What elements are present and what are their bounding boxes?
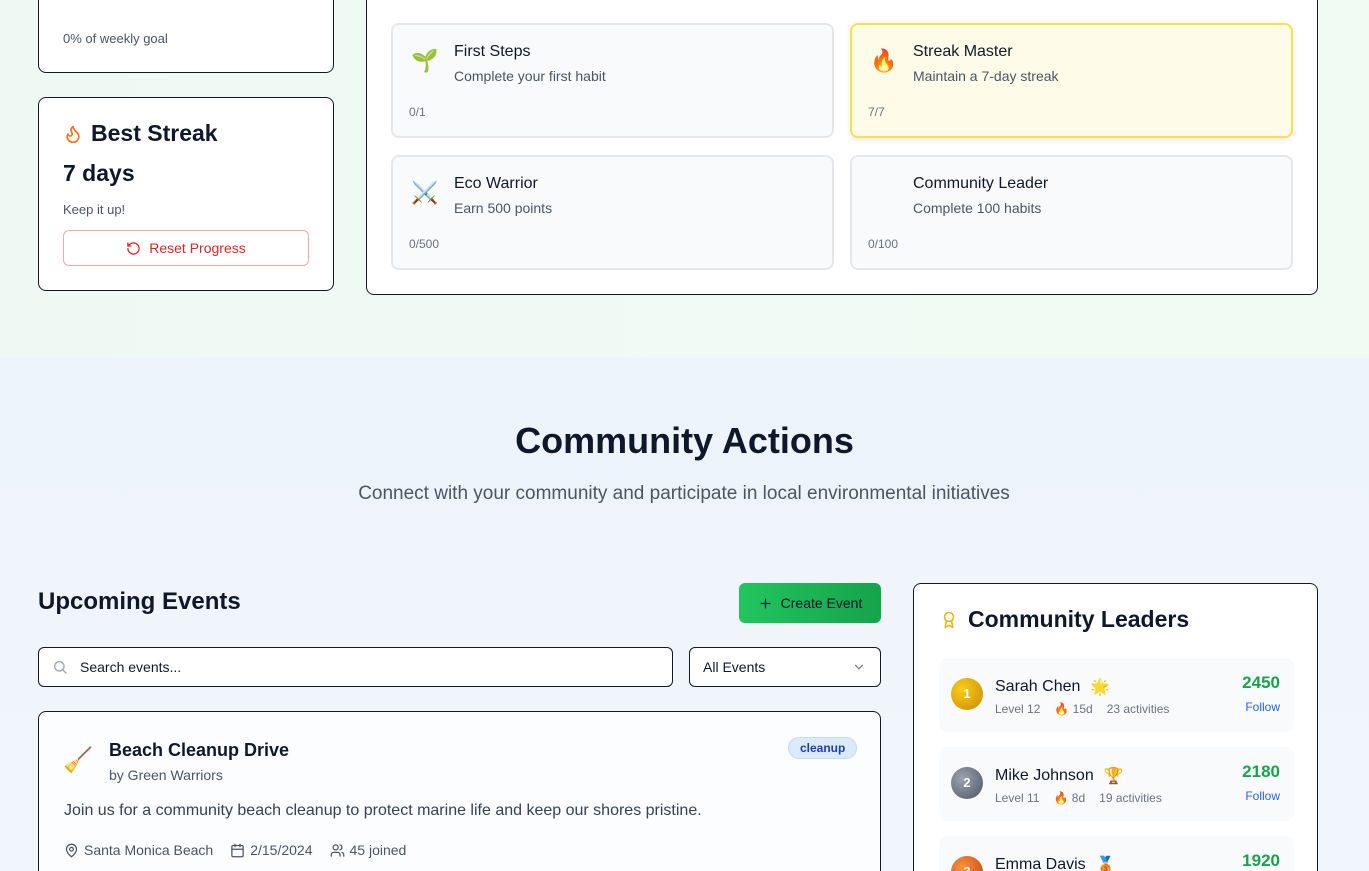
leader-activities: 19 activities <box>1099 791 1162 805</box>
event-title: Beach Cleanup Drive <box>109 740 290 760</box>
community-subtitle: Connect with your community and particip… <box>358 483 1010 504</box>
best-streak-value: 7 days <box>63 160 135 186</box>
create-event-button[interactable]: Create Event <box>739 583 881 623</box>
leader-streak: 🔥 15d <box>1054 702 1092 716</box>
achievement-community-leader: Community Leader Complete 100 habits 0/1… <box>850 155 1293 270</box>
weekly-goal-card: 0% of weekly goal <box>38 0 334 73</box>
leaders-heading: Community Leaders <box>940 606 1189 633</box>
rank-badge: 2 <box>951 767 983 799</box>
reset-progress-button[interactable]: Reset Progress <box>63 230 309 266</box>
leader-level: Level 11 <box>995 791 1040 805</box>
leader-name-text: Sarah Chen <box>995 678 1081 695</box>
leader-streak-text: 8d <box>1071 791 1086 805</box>
event-date-text: 2/15/2024 <box>250 842 313 858</box>
plus-icon <box>760 598 771 608</box>
achievement-desc: Complete your first habit <box>454 68 606 84</box>
leader-name: Mike Johnson 🏆 <box>995 766 1124 786</box>
leader-row: 3 Emma Davis 🥉 1920 <box>939 836 1294 871</box>
event-joined-text: 45 joined <box>349 842 407 858</box>
leader-row: 1 Sarah Chen 🌟 Level 12 🔥 15d 23 activit… <box>939 658 1294 732</box>
users-icon <box>330 843 344 857</box>
best-streak-card: Best Streak 7 days Keep it up! Reset Pro… <box>38 97 334 291</box>
trophy-icon: 🏆 <box>1103 768 1124 785</box>
achievement-name: Eco Warrior <box>454 175 538 192</box>
leader-name: Emma Davis 🥉 <box>995 855 1116 871</box>
calendar-icon <box>231 843 244 857</box>
seedling-icon: 🌱 <box>411 48 439 73</box>
best-streak-heading: Best Streak <box>63 120 218 147</box>
leader-name: Sarah Chen 🌟 <box>995 677 1110 697</box>
achievement-first-steps: 🌱 First Steps Complete your first habit … <box>391 23 834 138</box>
achievement-name: Streak Master <box>913 43 1013 60</box>
event-location: Santa Monica Beach <box>64 842 213 858</box>
event-organizer: by Green Warriors <box>109 767 223 783</box>
search-icon <box>54 661 67 674</box>
weekly-goal-text: 0% of weekly goal <box>63 31 168 46</box>
best-streak-title: Best Streak <box>91 120 218 146</box>
best-streak-subtitle: Keep it up! <box>63 202 126 217</box>
create-event-label: Create Event <box>780 595 863 611</box>
leader-stats: Level 12 🔥 15d 23 activities <box>995 702 1169 716</box>
event-meta: Santa Monica Beach 2/15/2024 45 joined <box>64 842 406 858</box>
achievement-eco-warrior: ⚔️ Eco Warrior Earn 500 points 0/500 <box>391 155 834 270</box>
achievement-progress: 0/100 <box>868 237 899 251</box>
leader-streak: 🔥 8d <box>1053 791 1085 805</box>
reset-icon <box>127 241 140 255</box>
community-title: Community Actions <box>515 420 854 461</box>
leader-points: 2450 <box>1242 673 1280 692</box>
achievement-progress: 7/7 <box>868 105 885 119</box>
leader-row: 2 Mike Johnson 🏆 Level 11 🔥 8d 19 activi… <box>939 747 1294 821</box>
chevron-down-icon <box>854 664 864 670</box>
leader-points: 1920 <box>1242 851 1280 870</box>
search-input[interactable] <box>80 659 640 675</box>
award-icon <box>943 611 955 628</box>
achievement-progress: 0/500 <box>409 237 440 251</box>
event-card[interactable]: 🧹 Beach Cleanup Drive by Green Warriors … <box>38 711 881 871</box>
leader-level: Level 12 <box>995 702 1041 716</box>
community-icon <box>870 179 898 207</box>
achievement-name: First Steps <box>454 43 531 60</box>
leader-points: 2180 <box>1242 762 1280 781</box>
event-search <box>38 647 673 687</box>
achievement-name: Community Leader <box>913 175 1049 192</box>
filter-value: All Events <box>703 659 766 675</box>
leader-streak-text: 15d <box>1072 702 1093 716</box>
leader-stats: Level 11 🔥 8d 19 activities <box>995 791 1162 805</box>
achievement-streak-master: 🔥 Streak Master Maintain a 7-day streak … <box>850 23 1293 138</box>
achievement-desc: Earn 500 points <box>454 200 553 216</box>
crossed-swords-icon: ⚔️ <box>411 180 439 205</box>
leaders-title: Community Leaders <box>968 606 1190 632</box>
event-description: Join us for a community beach cleanup to… <box>64 802 702 819</box>
follow-button[interactable]: Follow <box>1245 700 1280 714</box>
follow-button[interactable]: Follow <box>1245 789 1280 803</box>
leader-activities: 23 activities <box>1106 702 1170 716</box>
flame-icon: 🔥 <box>1054 702 1070 716</box>
leader-name-text: Mike Johnson <box>995 767 1094 784</box>
upcoming-events-title: Upcoming Events <box>38 588 241 615</box>
achievements-card: 🌱 First Steps Complete your first habit … <box>366 0 1318 295</box>
flame-icon <box>66 125 80 143</box>
broom-icon: 🧹 <box>63 747 93 774</box>
rank-badge: 3 <box>951 856 983 871</box>
event-date: 2/15/2024 <box>230 842 313 858</box>
map-pin-icon <box>65 843 78 858</box>
event-location-text: Santa Monica Beach <box>84 842 214 858</box>
progress-section: 0% of weekly goal Best Streak 7 days Kee… <box>0 0 1369 358</box>
event-filter-select[interactable]: All Events <box>689 647 881 687</box>
flame-icon: 🔥 <box>1053 791 1069 805</box>
fire-icon: 🔥 <box>870 48 898 73</box>
reset-progress-label: Reset Progress <box>149 240 246 256</box>
achievement-desc: Complete 100 habits <box>913 200 1042 216</box>
leader-name-text: Emma Davis <box>995 856 1086 871</box>
event-participants: 45 joined <box>330 842 407 858</box>
rank-badge: 1 <box>951 678 983 710</box>
bronze-medal-icon: 🥉 <box>1095 857 1116 871</box>
achievement-progress: 0/1 <box>409 105 426 119</box>
community-leaders-card: Community Leaders 1 Sarah Chen 🌟 Level 1… <box>913 583 1318 871</box>
star-icon: 🌟 <box>1090 679 1111 696</box>
achievement-desc: Maintain a 7-day streak <box>913 68 1059 84</box>
event-category-badge: cleanup <box>788 737 858 759</box>
